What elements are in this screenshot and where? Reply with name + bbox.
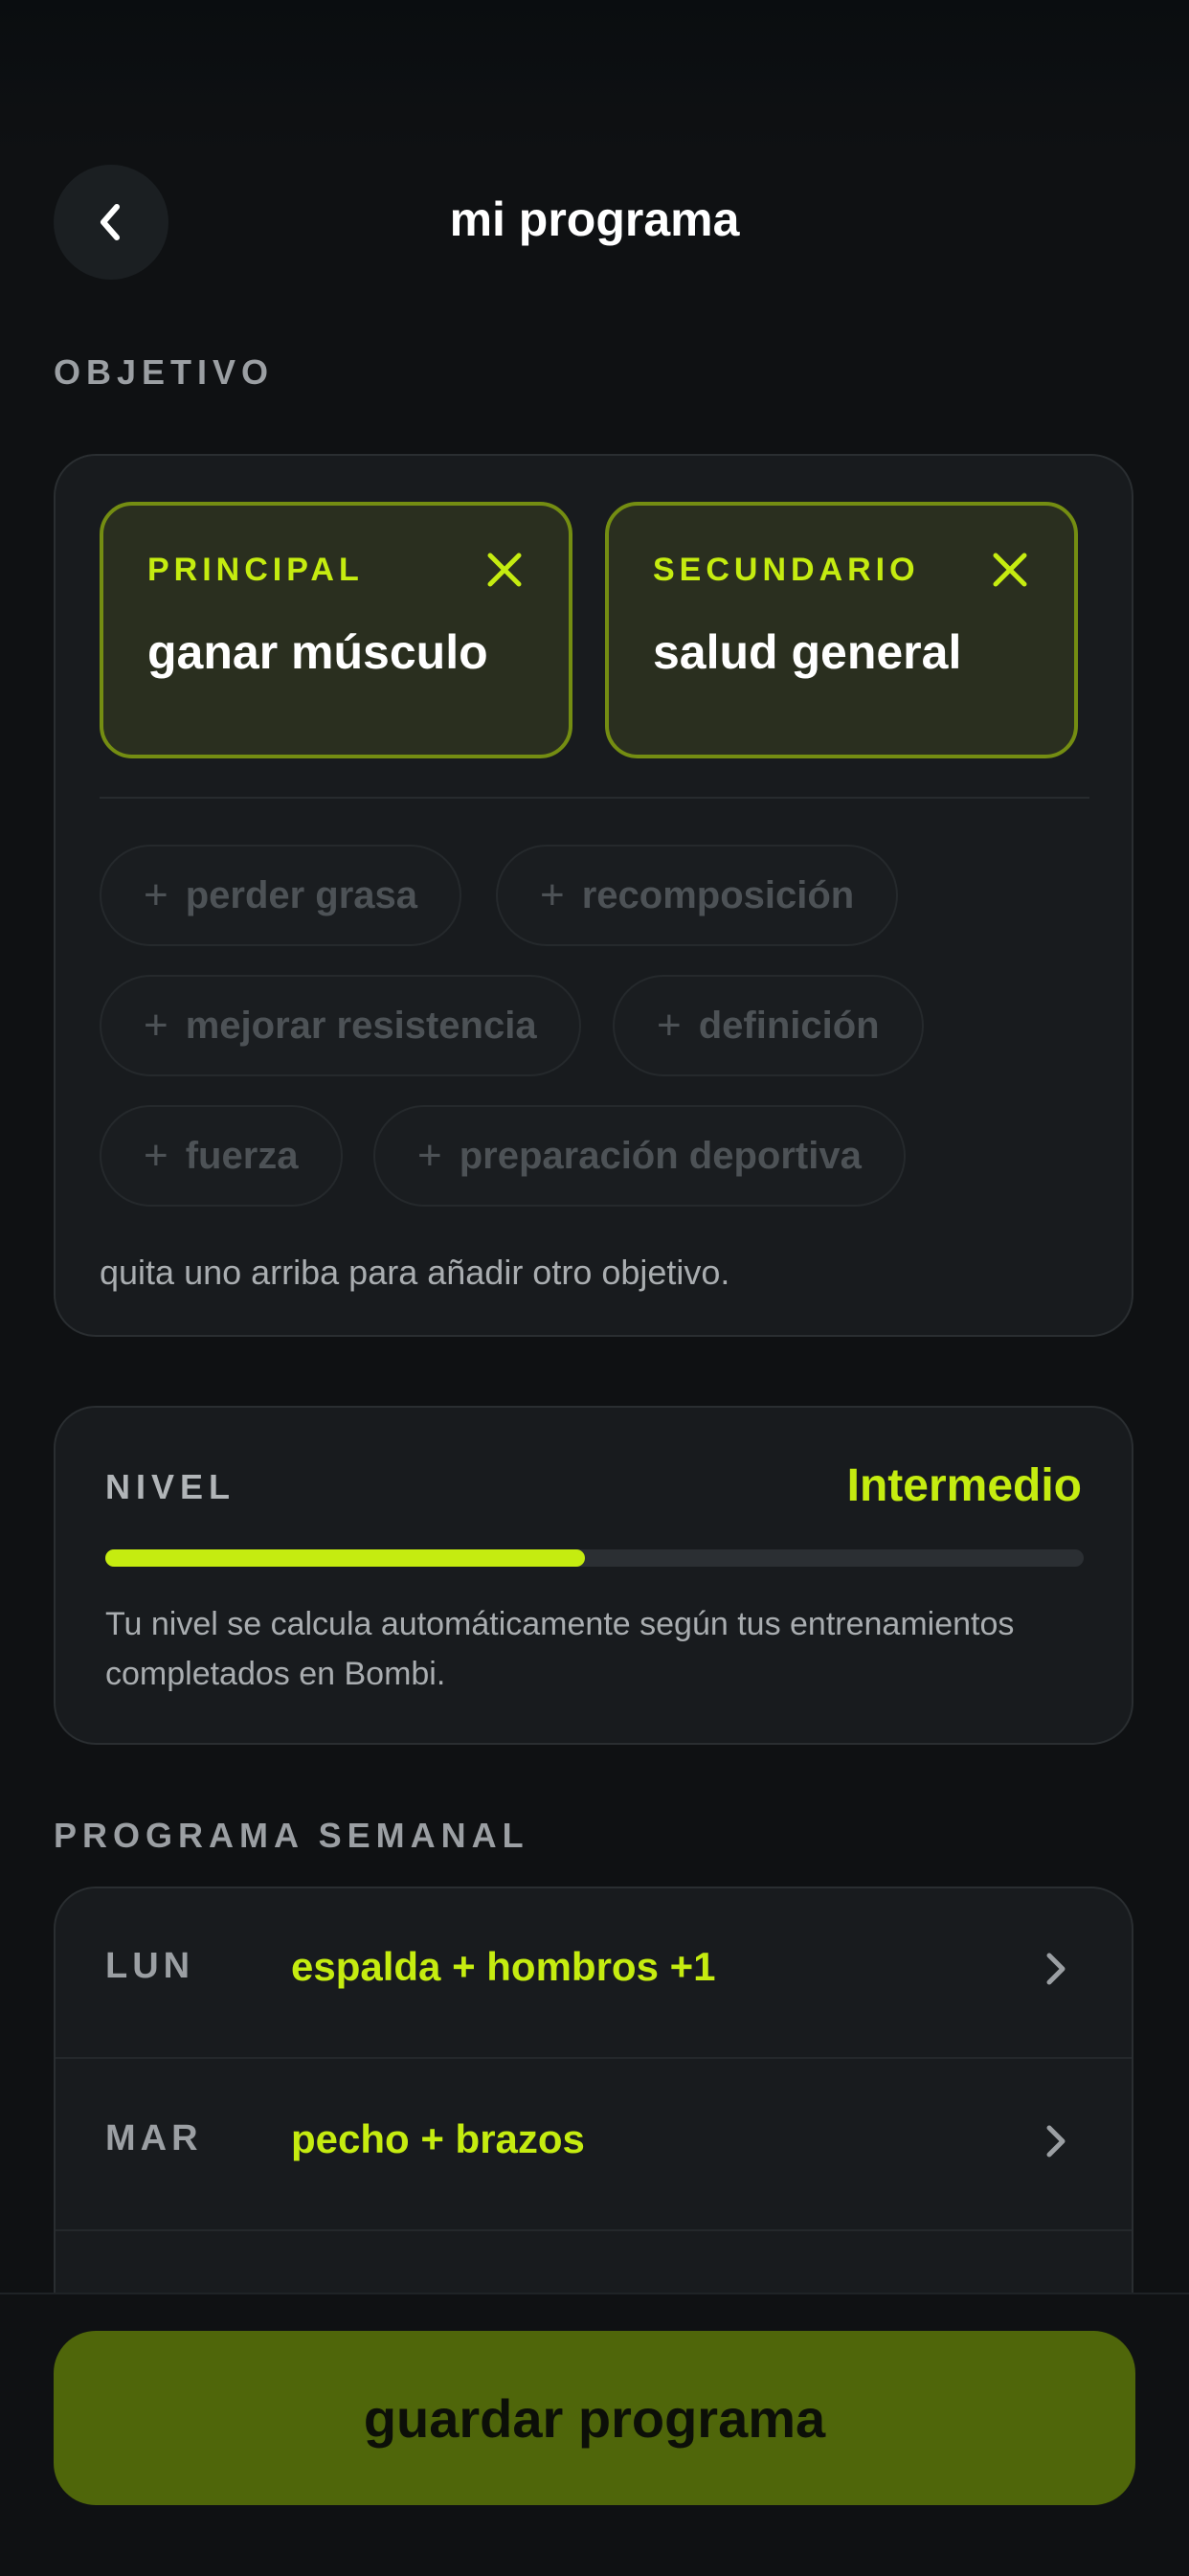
- goal-secundario-card[interactable]: SECUNDARIO salud general: [605, 502, 1078, 758]
- day-routine: pecho + brazos: [291, 2116, 585, 2161]
- nivel-progress-bar: [105, 1549, 1084, 1567]
- objetivo-card: PRINCIPAL ganar músculo SECUNDARIO salud…: [54, 454, 1133, 1337]
- day-abbr: LUN: [105, 1946, 195, 1986]
- goal-principal-kicker: PRINCIPAL: [147, 552, 364, 588]
- close-icon[interactable]: [990, 550, 1030, 590]
- day-row[interactable]: LUN espalda + hombros +1: [56, 1888, 1132, 2059]
- goal-option-label: perder grasa: [185, 873, 418, 916]
- plus-icon: +: [657, 1002, 682, 1049]
- day-abbr: MAR: [105, 2118, 203, 2158]
- nivel-progress-fill: [105, 1549, 585, 1567]
- goal-option-chip[interactable]: + recomposición: [496, 845, 899, 946]
- goal-option-label: fuerza: [185, 1134, 299, 1177]
- goal-option-chip[interactable]: + fuerza: [100, 1105, 343, 1207]
- plus-icon: +: [144, 1002, 168, 1049]
- nivel-label: NIVEL: [105, 1467, 236, 1506]
- nivel-value: Intermedio: [846, 1460, 1082, 1511]
- plus-icon: +: [540, 871, 565, 918]
- goal-option-label: definición: [698, 1004, 880, 1047]
- bottom-bar: guardar programa: [0, 2293, 1189, 2576]
- goal-option-chip[interactable]: + perder grasa: [100, 845, 462, 946]
- goal-option-label: preparación deportiva: [459, 1134, 862, 1177]
- chevron-right-icon: [1046, 2125, 1066, 2158]
- plus-icon: +: [144, 871, 168, 918]
- plus-icon: +: [417, 1132, 442, 1179]
- day-row[interactable]: MAR pecho + brazos: [56, 2061, 1132, 2231]
- programa-section-label: PROGRAMA SEMANAL: [54, 1816, 529, 1855]
- chevron-right-icon: [1046, 1953, 1066, 1985]
- goal-secundario-value: salud general: [653, 625, 962, 679]
- objetivo-section-label: OBJETIVO: [54, 352, 275, 392]
- goal-option-chip[interactable]: + preparación deportiva: [373, 1105, 906, 1207]
- page-title: mi programa: [449, 192, 740, 246]
- divider: [100, 797, 1089, 799]
- nivel-card: NIVEL Intermedio Tu nivel se calcula aut…: [54, 1406, 1133, 1745]
- day-routine: espalda + hombros +1: [291, 1944, 716, 1989]
- plus-icon: +: [144, 1132, 168, 1179]
- goal-principal-card[interactable]: PRINCIPAL ganar músculo: [100, 502, 572, 758]
- goal-principal-value: ganar músculo: [147, 625, 488, 679]
- status-area: [0, 0, 1189, 153]
- close-icon[interactable]: [484, 550, 525, 590]
- goal-option-label: mejorar resistencia: [185, 1004, 537, 1047]
- goal-option-label: recomposición: [581, 873, 855, 916]
- save-program-button[interactable]: guardar programa: [54, 2331, 1135, 2505]
- goal-secundario-kicker: SECUNDARIO: [653, 552, 920, 588]
- goal-option-chip[interactable]: + definición: [613, 975, 924, 1076]
- nivel-description: Tu nivel se calcula automáticamente segú…: [105, 1606, 1015, 1692]
- objetivo-helper-text: quita uno arriba para añadir otro objeti…: [100, 1253, 730, 1292]
- goal-option-chip[interactable]: + mejorar resistencia: [100, 975, 581, 1076]
